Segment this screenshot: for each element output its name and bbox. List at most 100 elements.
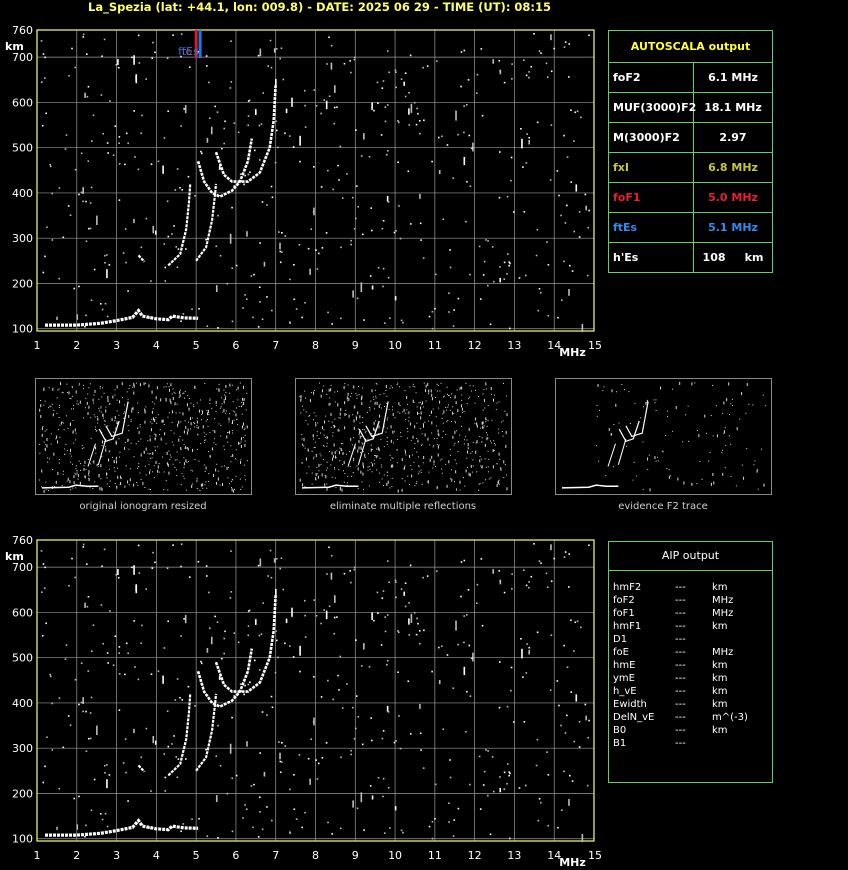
thumb-noise — [390, 459, 392, 461]
noise-dot — [557, 826, 559, 829]
thumb-noise — [101, 489, 103, 491]
thumb-noise — [334, 401, 336, 403]
noise-dot — [217, 327, 219, 329]
thumb-noise — [215, 410, 217, 412]
noise-dot — [246, 298, 248, 301]
noise-dot — [87, 160, 90, 162]
thumb-noise — [218, 388, 220, 392]
thumb-noise — [466, 467, 468, 469]
noise-dot — [581, 833, 584, 843]
thumb-noise — [362, 488, 364, 490]
noise-dot — [506, 763, 509, 765]
noise-dot — [499, 776, 501, 778]
noise-dot — [259, 558, 262, 567]
thumb-noise — [339, 447, 341, 449]
thumb-noise — [498, 401, 500, 403]
thumb-noise — [377, 455, 379, 457]
noise-dot — [351, 706, 354, 709]
thumb-noise — [165, 480, 167, 482]
thumb-noise — [417, 439, 419, 443]
thumb-noise — [150, 489, 152, 491]
thumb-noise — [449, 454, 451, 456]
noise-dot — [304, 104, 306, 107]
noise-dot — [210, 126, 213, 135]
noise-dot — [226, 792, 229, 795]
thumb-noise — [238, 405, 240, 407]
thumb-noise — [478, 483, 480, 485]
noise-dot — [346, 683, 348, 685]
thumb-noise — [378, 425, 380, 429]
noise-dot — [370, 739, 373, 742]
thumb-noise — [725, 444, 727, 446]
noise-dot — [101, 308, 104, 311]
thumb-noise — [500, 421, 502, 423]
noise-dot — [352, 290, 354, 298]
noise-dot — [428, 825, 431, 828]
noise-dot — [92, 624, 95, 627]
thumb-noise — [691, 483, 693, 485]
thumb-noise — [85, 397, 87, 399]
noise-dot — [585, 205, 587, 211]
thumb-noise — [360, 446, 362, 450]
noise-dot — [465, 220, 467, 223]
thumb-noise — [70, 489, 72, 491]
thumb-noise — [448, 394, 450, 396]
thumb-noise — [765, 405, 767, 407]
noise-dot — [163, 647, 166, 649]
thumb-noise — [203, 441, 205, 443]
thumb-noise — [468, 398, 470, 400]
noise-dot — [457, 133, 459, 136]
noise-dot — [499, 580, 501, 582]
thumb-noise — [409, 422, 411, 426]
thumb-noise — [218, 423, 220, 425]
thumb-noise — [108, 468, 110, 470]
noise-dot — [522, 676, 524, 678]
noise-dot — [140, 642, 142, 644]
noise-dot — [508, 771, 511, 773]
thumb-noise — [94, 481, 96, 483]
thumb-noise — [193, 423, 195, 425]
thumb-noise — [228, 466, 230, 468]
noise-dot — [573, 740, 576, 743]
thumb-noise — [430, 389, 432, 393]
noise-dot — [82, 543, 85, 546]
noise-dot — [84, 92, 86, 98]
thumb-noise — [454, 459, 456, 461]
noise-dot — [512, 211, 515, 213]
noise-dot — [315, 104, 318, 107]
thumb-noise — [311, 450, 313, 452]
thumb-noise — [244, 443, 246, 447]
thumb-noise — [741, 392, 743, 396]
thumbnail-3 — [555, 378, 772, 495]
thumb-noise — [166, 383, 168, 385]
thumb-noise — [170, 401, 172, 405]
thumb-noise — [429, 458, 431, 462]
thumb-noise — [462, 412, 464, 414]
thumb-noise — [198, 409, 200, 413]
thumb-noise — [763, 483, 765, 487]
noise-dot — [380, 644, 383, 646]
thumb-noise — [133, 391, 135, 395]
thumb-noise — [358, 394, 360, 396]
thumb-noise — [183, 478, 185, 480]
noise-dot — [82, 36, 85, 38]
thumb-noise — [418, 471, 420, 473]
thumb-noise — [43, 441, 45, 443]
noise-dot — [279, 250, 282, 253]
noise-dot — [449, 266, 452, 269]
thumbnail-1 — [35, 378, 252, 495]
noise-dot — [460, 561, 463, 563]
noise-dot — [206, 575, 208, 577]
noise-dot — [321, 247, 324, 249]
noise-dot — [174, 189, 177, 191]
thumb-noise — [235, 475, 237, 477]
thumb-noise — [332, 425, 334, 427]
noise-dot — [244, 174, 246, 177]
thumb-noise — [188, 407, 190, 411]
thumb-noise — [465, 469, 467, 473]
noise-dot — [588, 34, 590, 37]
noise-dot — [252, 826, 254, 829]
noise-dot — [380, 134, 383, 136]
noise-dot — [506, 782, 508, 785]
noise-dot — [86, 605, 89, 608]
